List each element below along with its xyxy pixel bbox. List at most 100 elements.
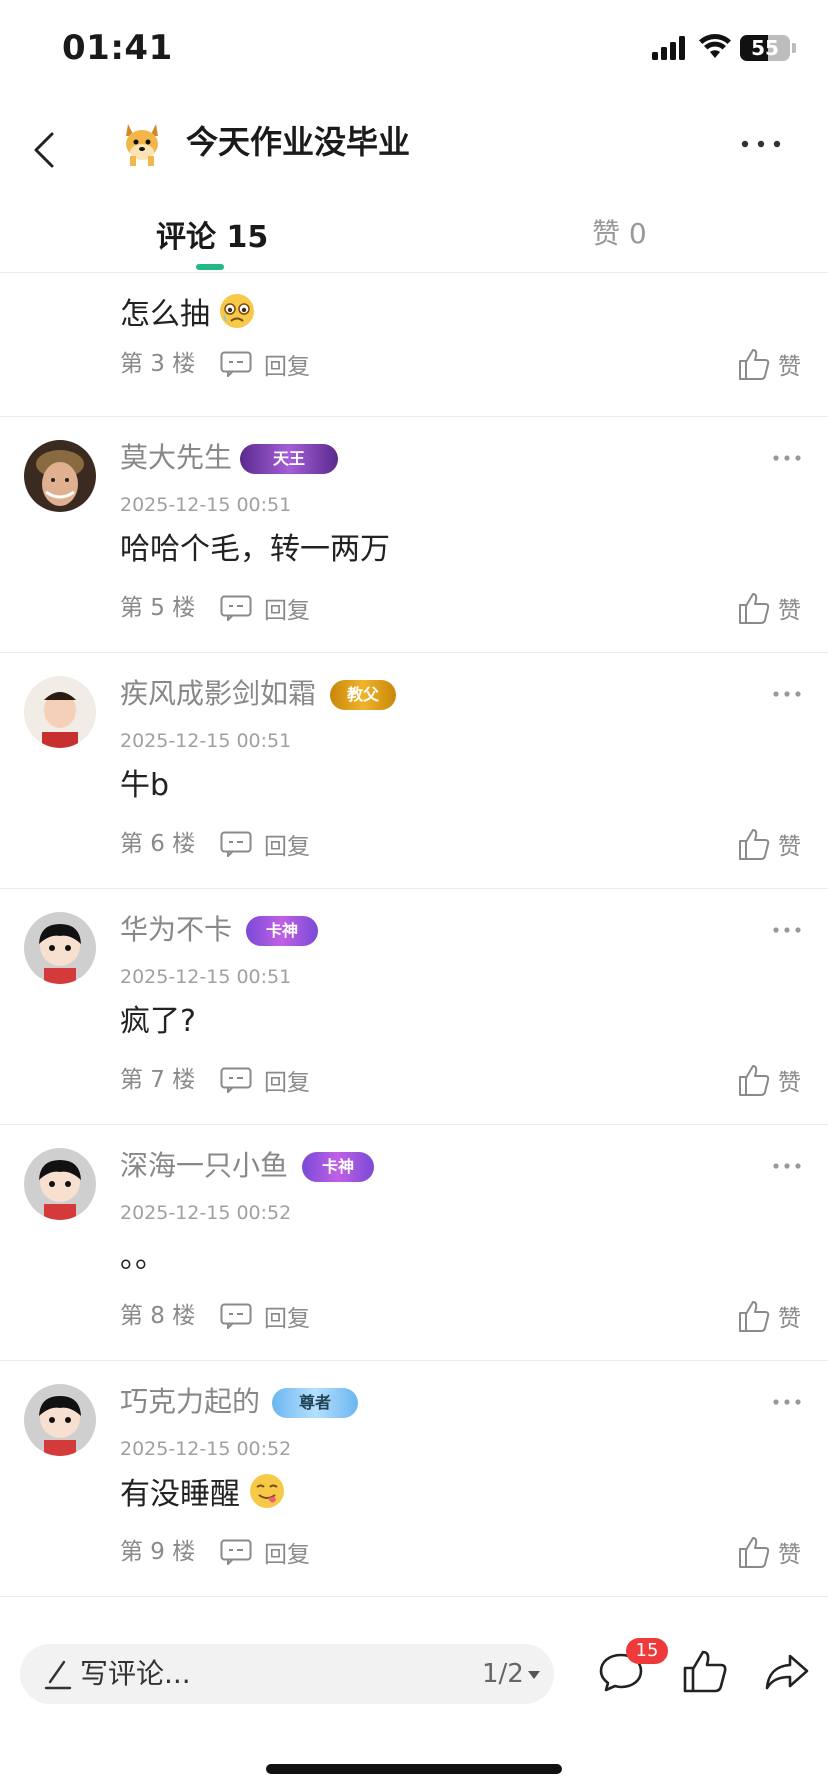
like-label: 赞	[778, 1070, 801, 1096]
caret-down-icon[interactable]	[528, 1671, 540, 1679]
cellular-signal-icon	[652, 36, 685, 60]
comment-text: 哈哈个毛，转一两万	[120, 532, 390, 567]
comment-more-icon[interactable]	[772, 1394, 802, 1410]
tab-likes-count: 0	[628, 217, 647, 250]
share-arrow-icon[interactable]	[764, 1652, 810, 1692]
comment-more-icon[interactable]	[772, 450, 802, 466]
user-avatar[interactable]	[24, 912, 96, 984]
reply-button[interactable]: 回复	[220, 1300, 310, 1332]
floor-number: 第 5 楼	[120, 595, 196, 621]
thumbs-up-icon	[739, 1065, 770, 1096]
user-rank-badge: 天王	[240, 444, 338, 474]
comment-timestamp: 2025-12-15 00:51	[120, 494, 292, 516]
status-bar: 01:41 55	[0, 0, 828, 100]
pen-icon	[44, 1660, 72, 1690]
tab-comments-label: 评论	[156, 220, 216, 255]
comment-timestamp: 2025-12-15 00:52	[120, 1202, 292, 1224]
user-rank-badge: 卡神	[302, 1152, 374, 1182]
comment-item: 疾风成影剑如霜 教父 2025-12-15 00:51 牛b 第 6 楼 回复 …	[0, 652, 828, 889]
comment-timestamp: 2025-12-15 00:52	[120, 1438, 292, 1460]
thumbs-up-icon[interactable]	[682, 1648, 728, 1694]
doge-avatar-icon	[126, 124, 158, 166]
reply-label: 回复	[264, 1070, 310, 1096]
floor-number: 第 3 楼	[120, 351, 196, 377]
thumbs-up-icon	[739, 829, 770, 860]
reply-bubble-icon	[220, 351, 252, 377]
like-label: 赞	[778, 598, 801, 624]
reply-label: 回复	[264, 1542, 310, 1568]
user-avatar[interactable]	[24, 440, 96, 512]
back-arrow-icon[interactable]	[22, 120, 66, 180]
status-time: 01:41	[62, 28, 173, 68]
like-label: 赞	[778, 834, 801, 860]
tab-comments[interactable]: 评论 15	[156, 212, 268, 256]
comment-timestamp: 2025-12-15 00:51	[120, 730, 292, 752]
reply-bubble-icon	[220, 1067, 252, 1093]
reply-button[interactable]: 回复	[220, 828, 310, 860]
user-avatar[interactable]	[24, 1384, 96, 1456]
more-options-icon[interactable]	[736, 126, 786, 162]
user-avatar[interactable]	[24, 676, 96, 748]
comment-text: 怎么抽	[120, 297, 210, 332]
like-label: 赞	[778, 354, 801, 380]
like-label: 赞	[778, 1306, 801, 1332]
sad-emoji-icon	[220, 294, 254, 328]
user-rank-badge: 教父	[330, 680, 396, 710]
comment-text: 。。	[120, 1240, 165, 1275]
battery-level-text: 55	[751, 36, 779, 60]
comment-text: 有没睡醒	[120, 1477, 240, 1512]
tab-bar: 评论 15 赞 0	[0, 200, 828, 273]
reply-label: 回复	[264, 598, 310, 624]
like-button[interactable]: 赞	[738, 824, 801, 864]
floor-number: 第 7 楼	[120, 1067, 196, 1093]
like-button[interactable]: 赞	[738, 1296, 801, 1336]
like-button[interactable]: 赞	[738, 588, 801, 628]
like-label: 赞	[778, 1542, 801, 1568]
tab-likes[interactable]: 赞 0	[592, 212, 647, 252]
battery-cap	[792, 43, 796, 53]
comment-more-icon[interactable]	[772, 922, 802, 938]
thumbs-up-icon	[739, 1537, 770, 1568]
reply-label: 回复	[264, 1306, 310, 1332]
page-indicator[interactable]: 1/2	[482, 1657, 524, 1691]
comment-timestamp: 2025-12-15 00:51	[120, 966, 292, 988]
reply-bubble-icon	[220, 1539, 252, 1565]
tongue-emoji-icon	[250, 1474, 284, 1508]
reply-button[interactable]: 回复	[220, 1064, 310, 1096]
bottom-action-bar: 写评论... 1/2 15	[0, 1620, 828, 1792]
username[interactable]: 莫大先生	[120, 438, 232, 478]
reply-bubble-icon	[220, 595, 252, 621]
like-button[interactable]: 赞	[738, 1532, 801, 1572]
reply-button[interactable]: 回复	[220, 348, 310, 380]
tab-comments-count: 15	[226, 220, 269, 255]
comment-list[interactable]: 怎么抽 第 3 楼 回复 赞 莫大先生 天王 2025-12-15 00:51 …	[0, 272, 828, 1600]
floor-number: 第 9 楼	[120, 1539, 196, 1565]
write-comment-input[interactable]: 写评论... 1/2	[20, 1644, 554, 1704]
comment-item: 怎么抽 第 3 楼 回复 赞	[0, 272, 828, 417]
like-button[interactable]: 赞	[738, 1060, 801, 1100]
user-avatar[interactable]	[24, 1148, 96, 1220]
comment-item: 华为不卡 卡神 2025-12-15 00:51 疯了? 第 7 楼 回复 赞	[0, 888, 828, 1125]
username[interactable]: 华为不卡	[120, 910, 232, 950]
username[interactable]: 深海一只小鱼	[120, 1146, 288, 1186]
reply-button[interactable]: 回复	[220, 1536, 310, 1568]
tab-likes-label: 赞	[592, 217, 621, 250]
thumbs-up-icon	[739, 1301, 770, 1332]
username[interactable]: 巧克力起的	[120, 1382, 260, 1422]
like-button[interactable]: 赞	[738, 344, 801, 384]
nav-bar: 今天作业没毕业	[0, 100, 828, 200]
wifi-icon	[699, 34, 731, 58]
user-rank-badge: 卡神	[246, 916, 318, 946]
username[interactable]: 疾风成影剑如霜	[120, 674, 316, 714]
user-rank-badge: 尊者	[272, 1388, 358, 1418]
reply-button[interactable]: 回复	[220, 592, 310, 624]
comment-placeholder: 写评论...	[80, 1657, 191, 1690]
comment-item: 巧克力起的 尊者 2025-12-15 00:52 有没睡醒 第 9 楼 回复 …	[0, 1360, 828, 1597]
reply-bubble-icon	[220, 831, 252, 857]
comment-more-icon[interactable]	[772, 1158, 802, 1174]
floor-number: 第 6 楼	[120, 831, 196, 857]
reply-label: 回复	[264, 834, 310, 860]
comment-count-badge: 15	[626, 1638, 668, 1664]
comment-text-row: 怎么抽	[120, 292, 256, 337]
comment-more-icon[interactable]	[772, 686, 802, 702]
